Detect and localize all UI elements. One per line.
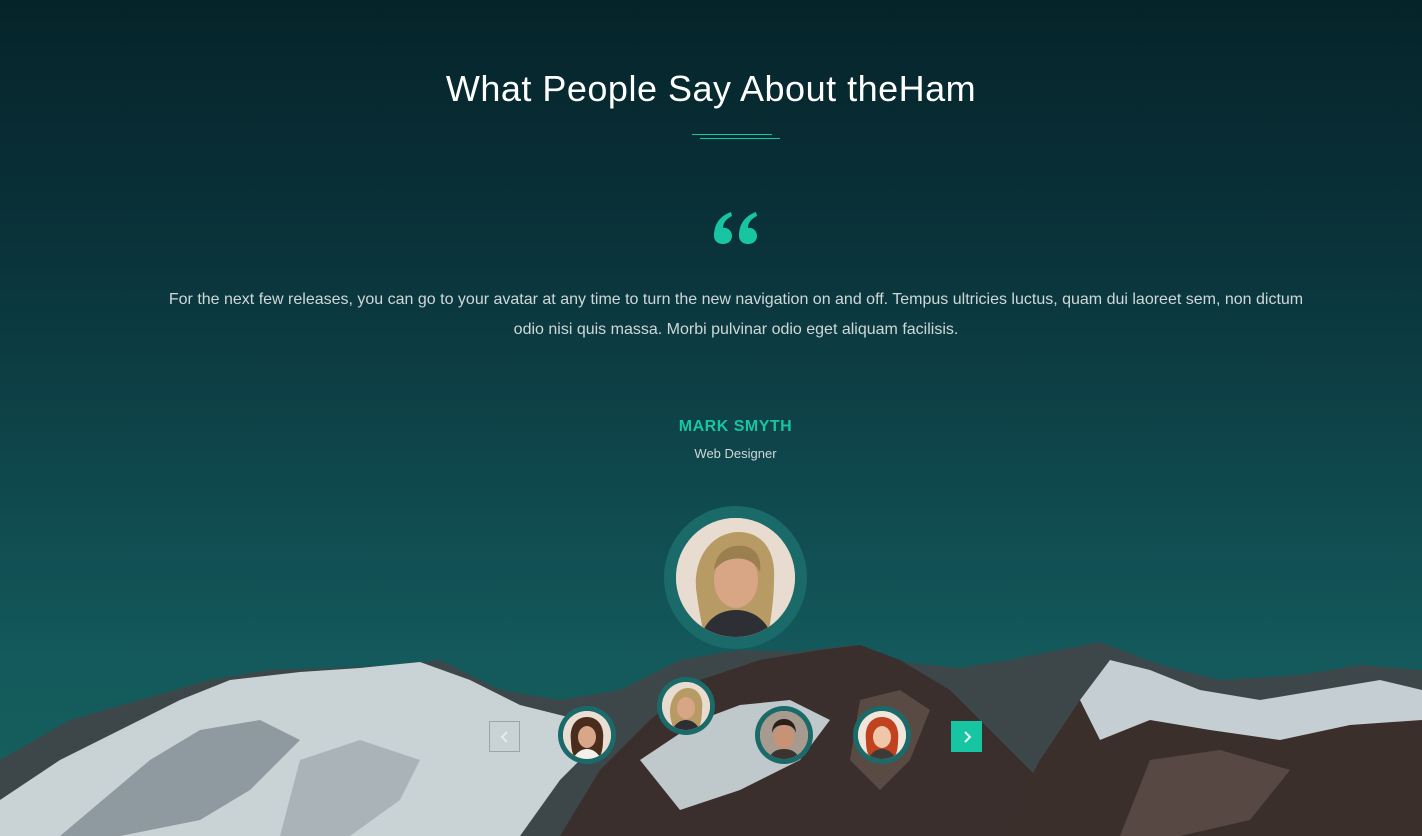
carousel-next-button[interactable] [951, 721, 982, 752]
testimonial-quote: For the next few releases, you can go to… [168, 291, 1304, 338]
thumbnail-avatar-active[interactable] [657, 677, 715, 735]
thumbnail-avatar[interactable] [755, 706, 813, 764]
thumb-photo [760, 711, 808, 759]
author-role: Web Designer [694, 446, 777, 461]
section-title: What People Say About theHam [445, 68, 977, 109]
main-avatar [664, 506, 807, 649]
thumb-photo [563, 711, 611, 759]
thumb-photo [662, 682, 710, 730]
title-underline [692, 132, 782, 142]
thumb-photo [858, 711, 906, 759]
carousel-prev-button[interactable] [489, 721, 520, 752]
quote-icon [711, 208, 763, 248]
thumbnail-avatar[interactable] [558, 706, 616, 764]
chevron-right-icon [963, 730, 971, 743]
chevron-left-icon [500, 730, 508, 743]
thumbnail-avatar[interactable] [853, 706, 911, 764]
main-avatar-photo [676, 518, 795, 637]
author-name: MARK SMYTH [678, 418, 793, 435]
